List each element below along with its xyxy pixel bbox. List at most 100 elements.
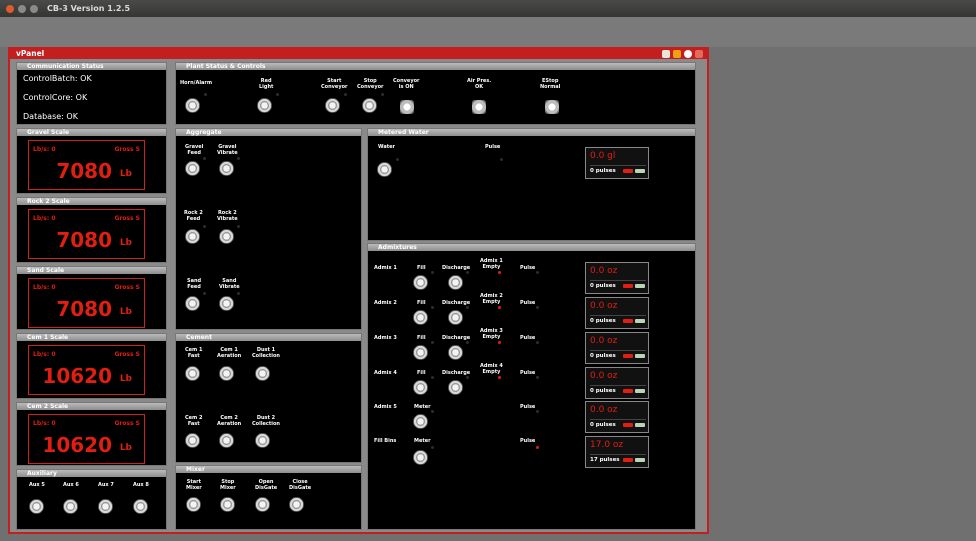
sand-vibrate-label: Sand Vibrate (219, 278, 240, 290)
red-light-switch[interactable] (257, 98, 272, 113)
admix3-amount: 0.0 oz (590, 336, 618, 346)
gross-label: Gross S (114, 146, 140, 153)
reset-button[interactable] (623, 319, 633, 323)
water-pulses: 0 pulses (590, 168, 616, 174)
aux6-switch[interactable] (63, 499, 78, 514)
admix3-fill-switch[interactable] (413, 345, 428, 360)
admix2-discharge-switch[interactable] (448, 310, 463, 325)
admix4-discharge-switch[interactable] (448, 380, 463, 395)
close-disgate-button[interactable] (289, 497, 304, 512)
ok-button[interactable] (635, 284, 645, 288)
reset-button[interactable] (623, 458, 633, 462)
aux8-switch[interactable] (133, 499, 148, 514)
sand-vibrate-switch[interactable] (219, 296, 234, 311)
water-switch[interactable] (377, 162, 392, 177)
admix4-fill-switch[interactable] (413, 380, 428, 395)
aux7-switch[interactable] (98, 499, 113, 514)
close-icon[interactable] (695, 50, 703, 58)
admix1-readout: 0.0 oz 0 pulses (585, 262, 649, 294)
dust2-collection-switch[interactable] (255, 433, 270, 448)
admix1-discharge-switch[interactable] (448, 275, 463, 290)
start-mixer-button[interactable] (186, 497, 201, 512)
ok-button[interactable] (635, 319, 645, 323)
lbs-per-sec: Lb/s: 0 (33, 284, 56, 291)
rock2-feed-switch[interactable] (185, 229, 200, 244)
horn-alarm-switch[interactable] (185, 98, 200, 113)
horn-alarm-lamp (204, 93, 207, 96)
admix2-fill-switch[interactable] (413, 310, 428, 325)
cem2-fast-switch[interactable] (185, 433, 200, 448)
fill-label: Fill (417, 300, 426, 306)
admix5-pulse-lamp (536, 410, 539, 413)
ok-button[interactable] (635, 389, 645, 393)
help-icon[interactable] (684, 50, 692, 58)
aux5-switch[interactable] (29, 499, 44, 514)
ok-button[interactable] (635, 458, 645, 462)
status-lamp (237, 292, 240, 295)
admix1-pulse-lamp (536, 271, 539, 274)
gravel-vibrate-switch[interactable] (219, 161, 234, 176)
admix5-label: Admix 5 (374, 404, 397, 410)
sand-feed-switch[interactable] (185, 296, 200, 311)
reset-button[interactable] (623, 423, 633, 427)
gravel-scale-panel: Gravel Scale Lb/s: 0 Gross S 7080 Lb (16, 128, 167, 194)
stop-conveyor-button[interactable] (362, 98, 377, 113)
aux6-label: Aux 6 (63, 482, 79, 488)
scale-unit: Lb (119, 374, 132, 384)
status-lamp (466, 376, 469, 379)
red-light-label: Red Light (259, 78, 274, 90)
maximize-window-button[interactable] (30, 4, 38, 13)
desktop-top-area (0, 17, 976, 47)
panel-header: Sand Scale (17, 267, 166, 274)
dust1-collection-switch[interactable] (255, 366, 270, 381)
readout-divider (590, 454, 646, 455)
status-lamp (203, 292, 206, 295)
cem1-fast-switch[interactable] (185, 366, 200, 381)
scale-unit: Lb (119, 169, 132, 179)
water-label: Water (378, 144, 395, 150)
cem2-scale-panel: Cem 2 Scale Lb/s: 0 Gross S 10620 Lb (16, 402, 167, 466)
admix5-amount: 0.0 oz (590, 405, 618, 415)
aux7-label: Aux 7 (98, 482, 114, 488)
plant-status-panel: Plant Status & Controls Horn/Alarm Red L… (175, 62, 696, 125)
status-lamp (431, 446, 434, 449)
conveyor-on-label: Conveyor is ON (393, 78, 420, 90)
minimize-window-button[interactable] (18, 4, 26, 13)
scale-weight: 10620 (42, 433, 112, 457)
ok-button[interactable] (635, 354, 645, 358)
cem2-aeration-switch[interactable] (219, 433, 234, 448)
reset-button[interactable] (623, 284, 633, 288)
reset-button[interactable] (623, 354, 633, 358)
open-disgate-button[interactable] (255, 497, 270, 512)
cem1-aeration-switch[interactable] (219, 366, 234, 381)
ok-button[interactable] (635, 423, 645, 427)
readout-divider (590, 385, 646, 386)
readout-divider (590, 350, 646, 351)
cem1-aeration-label: Cem 1 Aeration (217, 347, 242, 359)
pulse-label: Pulse (520, 404, 536, 410)
admix5-meter-switch[interactable] (413, 414, 428, 429)
metered-water-panel: Metered Water Water Pulse 0.0 gl 0 pulse… (367, 128, 696, 241)
scale-weight: 7080 (56, 228, 112, 252)
ok-button[interactable] (635, 169, 645, 173)
settings-icon[interactable] (673, 50, 681, 58)
close-window-button[interactable] (6, 4, 14, 13)
stop-mixer-button[interactable] (220, 497, 235, 512)
admix3-empty-label: Admix 3 Empty (480, 328, 503, 340)
admix1-pulses: 0 pulses (590, 283, 616, 289)
gravel-feed-switch[interactable] (185, 161, 200, 176)
start-conveyor-lamp (344, 93, 347, 96)
reset-button[interactable] (623, 169, 633, 173)
admix1-fill-switch[interactable] (413, 275, 428, 290)
pulse-label: Pulse (520, 438, 536, 444)
admix3-label: Admix 3 (374, 335, 397, 341)
reset-button[interactable] (623, 389, 633, 393)
panel-header: Plant Status & Controls (176, 63, 695, 70)
panel-header: Admixtures (368, 244, 695, 251)
window-icon[interactable] (662, 50, 670, 58)
admix3-discharge-switch[interactable] (448, 345, 463, 360)
scale-unit: Lb (119, 307, 132, 317)
rock2-vibrate-switch[interactable] (219, 229, 234, 244)
fill-bins-meter-switch[interactable] (413, 450, 428, 465)
start-conveyor-button[interactable] (325, 98, 340, 113)
